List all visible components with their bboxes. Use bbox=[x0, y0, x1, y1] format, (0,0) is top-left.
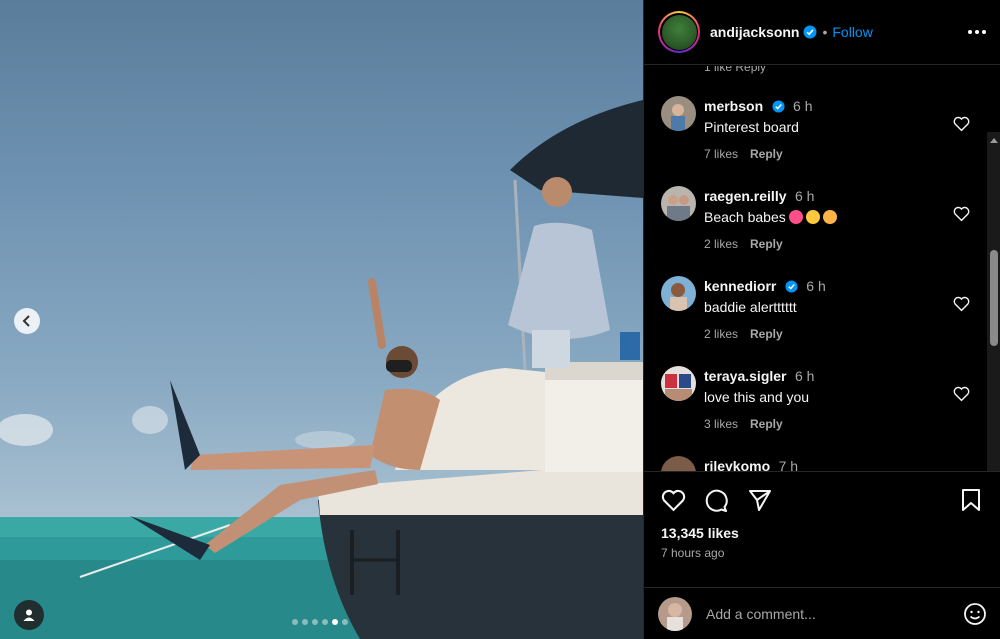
comment-time[interactable]: 6 h bbox=[795, 188, 814, 204]
comment-icon[interactable] bbox=[704, 489, 728, 513]
comment-text: baddie alertttttt bbox=[704, 299, 797, 315]
reply-button[interactable]: Reply bbox=[750, 147, 783, 161]
commenter-username[interactable]: kennediorr bbox=[704, 278, 776, 294]
heart-icon[interactable] bbox=[953, 296, 970, 312]
smiling-hearts-emoji-icon bbox=[822, 210, 837, 224]
commenter-username[interactable]: merbson bbox=[704, 98, 763, 114]
commenter-username[interactable]: teraya.sigler bbox=[704, 368, 787, 384]
commenter-avatar[interactable] bbox=[661, 186, 696, 221]
share-icon[interactable] bbox=[748, 489, 772, 511]
comment-likes[interactable]: 7 likes bbox=[704, 147, 738, 161]
carousel-dot bbox=[302, 619, 308, 625]
scroll-up-arrow-icon[interactable] bbox=[990, 138, 998, 143]
post-actions-area: 13,345 likes 7 hours ago bbox=[644, 471, 1000, 560]
more-options-icon bbox=[968, 30, 972, 34]
comments-list: 1 like Reply merbson 6 h Pinterest board… bbox=[644, 66, 1000, 471]
author-username[interactable]: andijacksonn bbox=[710, 24, 799, 40]
commenter-username[interactable]: raegen.reilly bbox=[704, 188, 787, 204]
carousel-dot bbox=[292, 619, 298, 625]
heart-eyes-emoji-icon bbox=[788, 210, 803, 224]
verified-badge-icon bbox=[803, 25, 817, 39]
commenter-avatar[interactable] bbox=[661, 366, 696, 401]
user-tag-icon bbox=[23, 609, 35, 621]
carousel-dot bbox=[322, 619, 328, 625]
heart-icon[interactable] bbox=[953, 206, 970, 222]
photo-scene bbox=[0, 100, 643, 639]
comment-item: teraya.sigler 6 h love this and you 3 li… bbox=[644, 366, 984, 446]
current-user-avatar bbox=[658, 596, 692, 631]
commenter-username[interactable]: rileykomo bbox=[704, 458, 770, 471]
comment-text: Beach babes bbox=[704, 209, 837, 225]
more-options-button[interactable] bbox=[968, 30, 986, 34]
scroll-thumb[interactable] bbox=[990, 250, 998, 346]
comment-time[interactable]: 7 h bbox=[779, 458, 798, 471]
reply-button[interactable]: Reply bbox=[750, 327, 783, 341]
commenter-avatar[interactable] bbox=[661, 456, 696, 471]
comment-time[interactable]: 6 h bbox=[795, 368, 814, 384]
comment-time[interactable]: 6 h bbox=[806, 278, 825, 294]
comment-item: raegen.reilly 6 h Beach babes 2 likes Rep… bbox=[644, 186, 984, 266]
zany-face-emoji-icon bbox=[805, 210, 820, 224]
like-heart-icon[interactable] bbox=[661, 489, 686, 512]
comment-input[interactable] bbox=[706, 605, 955, 622]
comments-scrollbar[interactable] bbox=[987, 132, 1000, 471]
like-count[interactable]: 13,345 likes bbox=[661, 525, 739, 541]
carousel-dot bbox=[342, 619, 348, 625]
carousel-dot-active bbox=[332, 619, 338, 625]
comment-text: love this and you bbox=[704, 389, 810, 405]
comment-time[interactable]: 6 h bbox=[793, 98, 812, 114]
comment-likes[interactable]: 2 likes bbox=[704, 237, 738, 251]
bookmark-icon[interactable] bbox=[961, 489, 981, 512]
comment-composer bbox=[644, 587, 1000, 639]
post-photo bbox=[0, 0, 643, 639]
comment-item: merbson 6 h Pinterest board 7 likes Reply bbox=[644, 96, 984, 176]
comment-item: rileykomo 7 h bbox=[644, 456, 984, 471]
commenter-avatar[interactable] bbox=[661, 276, 696, 311]
carousel-indicator bbox=[292, 619, 348, 625]
reply-button[interactable]: Reply bbox=[750, 417, 783, 431]
tagged-users-button[interactable] bbox=[14, 600, 44, 630]
carousel-dot bbox=[312, 619, 318, 625]
comment-likes[interactable]: 3 likes bbox=[704, 417, 738, 431]
author-avatar[interactable] bbox=[658, 11, 700, 53]
heart-icon[interactable] bbox=[953, 386, 970, 402]
cut-off-comment-meta: 1 like Reply bbox=[704, 66, 767, 74]
post-action-bar bbox=[644, 472, 1000, 528]
comment-likes[interactable]: 2 likes bbox=[704, 327, 738, 341]
emoji-icon[interactable] bbox=[963, 602, 987, 626]
previous-slide-button[interactable] bbox=[14, 308, 40, 334]
heart-icon[interactable] bbox=[953, 116, 970, 132]
follow-button[interactable]: Follow bbox=[832, 24, 872, 40]
header-separator: • bbox=[822, 24, 828, 40]
post-timestamp[interactable]: 7 hours ago bbox=[661, 546, 724, 560]
post-header: andijacksonn • Follow bbox=[644, 0, 1000, 65]
chevron-left-icon bbox=[22, 315, 30, 327]
reply-button[interactable]: Reply bbox=[750, 237, 783, 251]
commenter-avatar[interactable] bbox=[661, 96, 696, 131]
comment-text: Pinterest board bbox=[704, 119, 799, 135]
post-side-panel: andijacksonn • Follow 1 like Reply merbs… bbox=[643, 0, 1000, 639]
verified-badge-icon bbox=[772, 100, 785, 113]
comment-item: kennediorr 6 h baddie alertttttt 2 likes… bbox=[644, 276, 984, 356]
verified-badge-icon bbox=[785, 280, 798, 293]
